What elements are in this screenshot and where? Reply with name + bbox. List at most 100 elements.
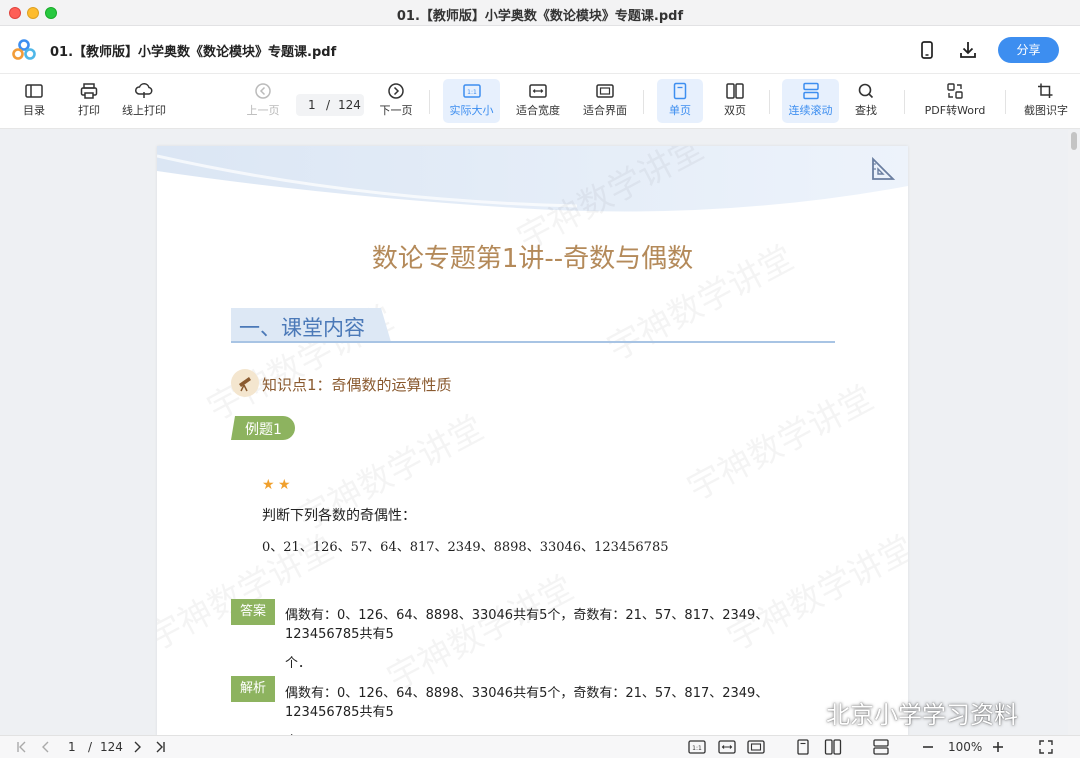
actual-size-button[interactable]: 1:1 实际大小 — [443, 79, 500, 123]
last-page-icon[interactable] — [152, 739, 168, 755]
next-page-label: 下一页 — [379, 104, 413, 117]
print-button[interactable]: 打印 — [69, 79, 109, 123]
find-button[interactable]: 查找 — [846, 79, 886, 123]
page-number-input[interactable]: 1 / 124 — [296, 94, 364, 116]
next-page-button[interactable]: 下一页 — [376, 79, 416, 123]
actual-size-icon[interactable]: 1:1 — [688, 739, 706, 755]
page-separator: / — [326, 98, 331, 112]
question-numbers: 0、21、126、57、64、817、2349、8898、33046、12345… — [262, 540, 669, 555]
fit-page-icon[interactable] — [747, 739, 765, 755]
section-title: 一、课堂内容 — [239, 316, 365, 340]
fit-width-icon[interactable] — [718, 739, 736, 755]
knowledge-point-title: 知识点1：奇偶数的运算性质 — [262, 376, 452, 394]
actual-size-icon: 1:1 — [462, 84, 481, 98]
ocr-label: 截图识字 — [1024, 104, 1068, 117]
status-page-current[interactable]: 1 — [68, 739, 76, 755]
status-page-separator: / — [88, 740, 93, 754]
download-icon[interactable] — [958, 40, 978, 60]
zoom-level[interactable]: 100% — [948, 739, 982, 755]
app-header: 01.【教师版】小学奥数《数论模块》专题课.pdf 分享 — [0, 26, 1080, 74]
search-icon — [858, 83, 874, 99]
page-current: 1 — [308, 98, 316, 112]
fit-width-icon — [529, 84, 547, 98]
status-page-total: 124 — [100, 740, 123, 754]
app-logo-icon — [12, 39, 36, 60]
prev-page-button[interactable]: 上一页 — [243, 79, 283, 123]
analysis-line: 偶数有：0、126、64、8898、33046共有5个，奇数有：21、57、81… — [285, 686, 769, 720]
answer-text: 偶数有：0、126、64、8898、33046共有5个，奇数有：21、57、81… — [285, 604, 830, 671]
difficulty-star-icon: ★ — [278, 477, 291, 493]
answer-line: 偶数有：0、126、64、8898、33046共有5个，奇数有：21、57、81… — [285, 608, 769, 642]
toolbar-divider — [1005, 90, 1006, 114]
answer-line: 个． — [285, 656, 312, 671]
find-label: 查找 — [855, 104, 877, 117]
chevron-right-icon[interactable] — [129, 739, 145, 755]
pdf-to-word-button[interactable]: PDF转Word — [920, 79, 990, 123]
toolbar-divider — [643, 90, 644, 114]
double-page-label: 双页 — [724, 104, 746, 117]
difficulty-star-icon: ★ — [262, 477, 275, 493]
vertical-scrollbar[interactable] — [1068, 130, 1080, 735]
answer-tag: 答案 — [231, 599, 275, 625]
window-title: 01.【教师版】小学奥数《数论模块》专题课.pdf — [396, 9, 684, 24]
toc-button[interactable]: 目录 — [14, 79, 54, 123]
toc-label: 目录 — [23, 104, 45, 117]
continuous-scroll-icon[interactable] — [872, 739, 890, 755]
double-page-icon[interactable] — [824, 739, 842, 755]
double-page-button[interactable]: 双页 — [713, 79, 757, 123]
crop-icon — [1038, 83, 1053, 98]
print-label: 打印 — [78, 104, 100, 117]
mobile-device-icon[interactable] — [917, 40, 937, 60]
continuous-scroll-button[interactable]: 连续滚动 — [782, 79, 839, 123]
cloud-print-icon — [135, 83, 153, 98]
toolbar-divider — [904, 90, 905, 114]
status-bar: 1 / 124 1:1 100% — [0, 735, 1080, 758]
toolbar: 目录 打印 线上打印 上一页 1 / 124 下一页 1:1 实际大小 适合宽度… — [0, 74, 1080, 129]
scrollbar-thumb[interactable] — [1071, 132, 1077, 150]
fullscreen-icon[interactable] — [1038, 739, 1054, 755]
prev-page-label: 上一页 — [246, 104, 280, 117]
section-divider — [231, 341, 835, 343]
zoom-out-icon[interactable] — [920, 739, 936, 755]
first-page-icon[interactable] — [14, 739, 30, 755]
fit-page-label: 适合界面 — [583, 104, 627, 117]
question-text: 判断下列各数的奇偶性： — [262, 508, 416, 524]
continuous-scroll-icon — [802, 82, 819, 100]
svg-text:1:1: 1:1 — [467, 89, 477, 96]
convert-icon — [947, 83, 963, 99]
knowledge-point-badge — [231, 369, 259, 397]
example-label: 例题1 — [245, 422, 282, 438]
online-print-button[interactable]: 线上打印 — [118, 79, 170, 123]
printer-icon — [80, 83, 98, 99]
pdf-to-word-label: PDF转Word — [924, 104, 986, 117]
chevron-left-icon[interactable] — [38, 739, 54, 755]
chevron-right-circle-icon — [388, 83, 404, 99]
chevron-left-circle-icon — [255, 83, 271, 99]
zoom-in-icon[interactable] — [990, 739, 1006, 755]
single-page-label: 单页 — [669, 104, 691, 117]
ruler-triangle-icon — [872, 156, 896, 180]
wechat-icon — [786, 697, 819, 723]
share-button[interactable]: 分享 — [998, 37, 1059, 63]
ocr-button[interactable]: 截图识字 — [1018, 79, 1074, 123]
online-print-label: 线上打印 — [122, 104, 166, 117]
telescope-icon — [239, 377, 251, 392]
toc-icon — [25, 84, 43, 98]
fit-page-button[interactable]: 适合界面 — [578, 79, 632, 123]
window-titlebar: 01.【教师版】小学奥数《数论模块》专题课.pdf — [0, 0, 1080, 26]
wechat-account-name: 北京小学学习资料 — [826, 701, 1018, 729]
fit-width-label: 适合宽度 — [516, 104, 560, 117]
fit-page-icon — [596, 84, 614, 98]
fit-width-button[interactable]: 适合宽度 — [511, 79, 565, 123]
page-total: 124 — [338, 98, 361, 112]
document-name: 01.【教师版】小学奥数《数论模块》专题课.pdf — [50, 45, 337, 60]
double-page-icon — [726, 83, 744, 99]
svg-text:1:1: 1:1 — [692, 745, 702, 752]
single-page-icon — [673, 82, 687, 100]
continuous-scroll-label: 连续滚动 — [788, 104, 833, 117]
toolbar-divider — [769, 90, 770, 114]
analysis-text: 偶数有：0、126、64、8898、33046共有5个，奇数有：21、57、81… — [285, 682, 830, 736]
single-page-button[interactable]: 单页 — [657, 79, 703, 123]
single-page-icon[interactable] — [795, 739, 811, 755]
pdf-page: 宇神数学讲堂 宇神数学讲堂 宇神数学讲堂 宇神数学讲堂 宇神数学讲堂 宇神数学讲… — [157, 146, 908, 736]
